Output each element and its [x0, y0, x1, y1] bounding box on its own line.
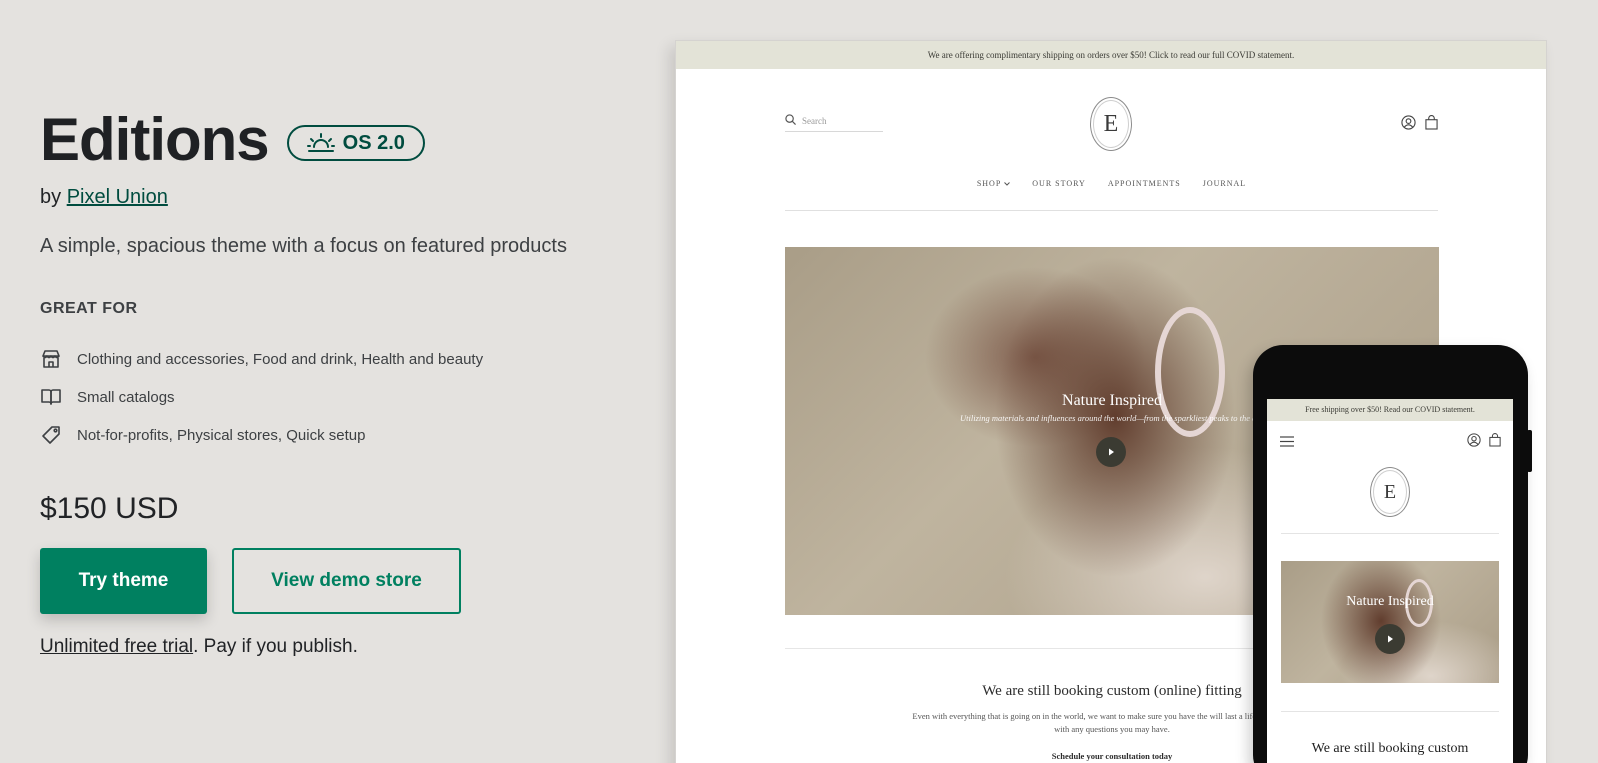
- feature-text: Not-for-profits, Physical stores, Quick …: [77, 426, 366, 444]
- trial-note: Unlimited free trial. Pay if you publish…: [40, 636, 640, 658]
- byline-prefix: by: [40, 186, 62, 208]
- sunrise-icon: [306, 133, 335, 153]
- byline: by Pixel Union: [40, 186, 640, 209]
- mobile-announcement-bar: Free shipping over $50! Read our COVID s…: [1267, 399, 1513, 421]
- mobile-preview: Free shipping over $50! Read our COVID s…: [1253, 345, 1532, 763]
- mobile-divider: [1281, 533, 1499, 534]
- title-row: Editions OS 2.0: [40, 100, 640, 180]
- theme-info-panel: Editions OS 2.0 by Pixel Union A simple,…: [40, 100, 640, 658]
- store-icon: [40, 348, 62, 370]
- mobile-divider: [1281, 711, 1499, 712]
- header-icons: [1401, 115, 1438, 135]
- tag-icon: [40, 424, 62, 446]
- mobile-hero-image: Nature Inspired: [1281, 561, 1499, 683]
- nav-item-journal: JOURNAL: [1202, 179, 1247, 188]
- try-theme-button[interactable]: Try theme: [40, 548, 207, 614]
- feature-item-industries: Clothing and accessories, Food and drink…: [40, 340, 640, 378]
- announcement-bar: We are offering complimentary shipping o…: [676, 41, 1546, 69]
- great-for-heading: GREAT FOR: [40, 300, 138, 317]
- theme-price: $150 USD: [40, 492, 179, 525]
- os-badge-label: OS 2.0: [342, 131, 405, 154]
- free-trial-link[interactable]: Unlimited free trial: [40, 636, 193, 657]
- phone-screen: Free shipping over $50! Read our COVID s…: [1267, 399, 1513, 763]
- store-nav: SHOP OUR STORY APPOINTMENTS JOURNAL: [785, 179, 1438, 211]
- phone-side-button: [1527, 430, 1532, 472]
- mobile-header-icons: [1467, 433, 1501, 452]
- author-link[interactable]: Pixel Union: [67, 186, 168, 208]
- feature-text: Clothing and accessories, Food and drink…: [77, 350, 484, 368]
- play-icon: [1375, 624, 1405, 654]
- bag-icon: [1489, 433, 1501, 452]
- book-icon: [40, 386, 62, 408]
- feature-item-catalog: Small catalogs: [40, 378, 640, 416]
- nav-item-appointments: APPOINTMENTS: [1107, 179, 1181, 188]
- trial-suffix: . Pay if you publish.: [193, 636, 358, 657]
- feature-text: Small catalogs: [77, 388, 175, 406]
- menu-icon: [1280, 434, 1294, 452]
- search-icon: [785, 114, 796, 127]
- os-badge: OS 2.0: [286, 125, 425, 161]
- theme-tagline: A simple, spacious theme with a focus on…: [40, 235, 567, 257]
- feature-list: Clothing and accessories, Food and drink…: [40, 340, 640, 454]
- mobile-booking-heading: We are still booking custom: [1311, 741, 1469, 756]
- account-icon: [1467, 433, 1481, 452]
- account-icon: [1401, 115, 1416, 135]
- theme-title: Editions: [40, 106, 270, 173]
- mobile-store-logo: E: [1370, 467, 1410, 517]
- nav-item-our-story: OUR STORY: [1032, 179, 1086, 188]
- feature-item-features: Not-for-profits, Physical stores, Quick …: [40, 416, 640, 454]
- store-logo: E: [1090, 97, 1132, 151]
- store-search: Search: [785, 114, 883, 132]
- view-demo-store-button[interactable]: View demo store: [232, 548, 461, 614]
- bag-icon: [1425, 115, 1438, 135]
- cta-buttons: Try theme View demo store: [40, 548, 640, 614]
- search-placeholder: Search: [802, 115, 827, 126]
- chevron-down-icon: [1004, 181, 1011, 186]
- mobile-header: [1267, 421, 1513, 457]
- store-header: Search E: [676, 69, 1546, 179]
- play-icon: [1096, 437, 1126, 467]
- nav-item-shop: SHOP: [977, 179, 1011, 188]
- mobile-hero-title: Nature Inspired: [1346, 594, 1434, 609]
